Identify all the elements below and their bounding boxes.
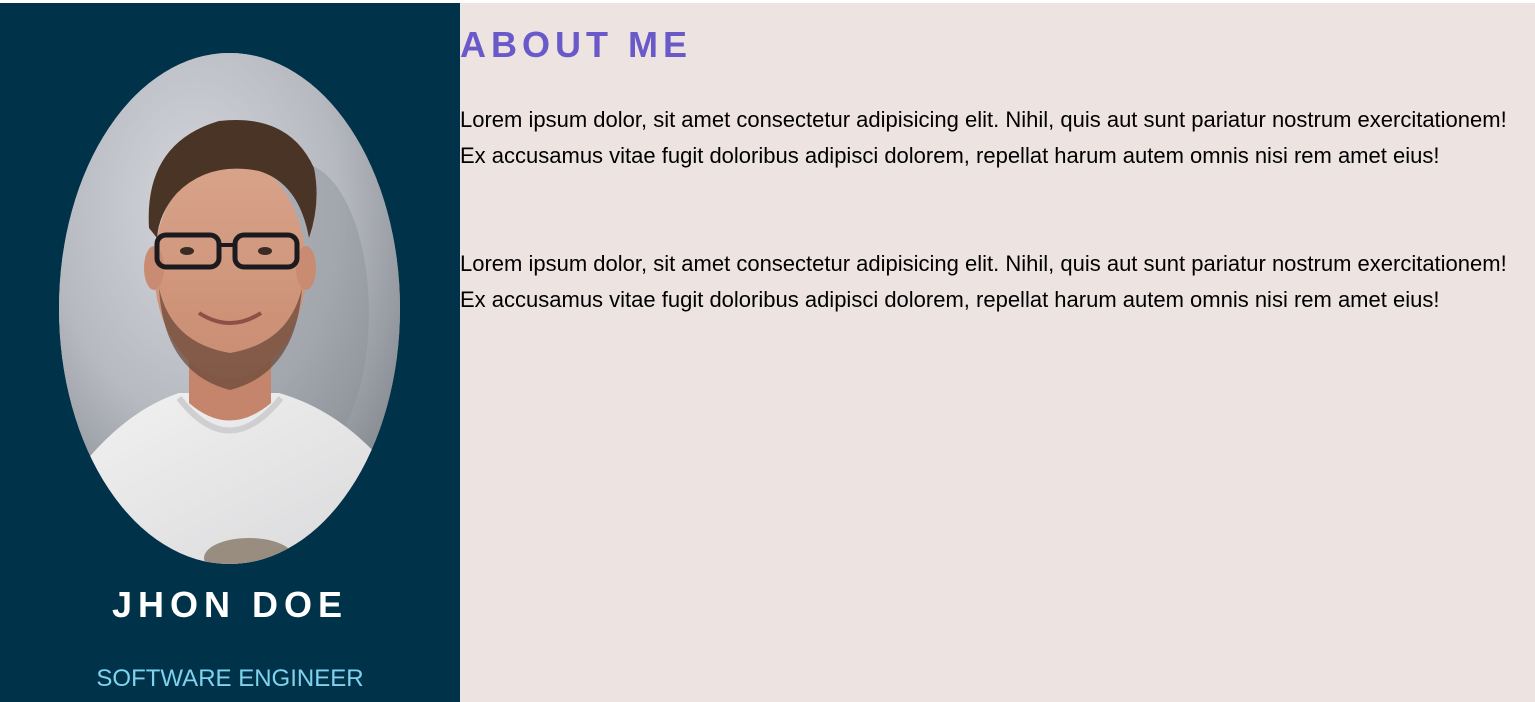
profile-page: JHON DOE SOFTWARE ENGINEER ABOUT ME Lore… bbox=[0, 3, 1535, 702]
profile-sidebar: JHON DOE SOFTWARE ENGINEER bbox=[0, 3, 460, 702]
about-paragraph: Lorem ipsum dolor, sit amet consectetur … bbox=[460, 107, 1507, 168]
portrait-photo bbox=[59, 53, 400, 564]
avatar bbox=[59, 53, 400, 564]
profile-name: JHON DOE bbox=[111, 584, 349, 625]
about-section: ABOUT ME Lorem ipsum dolor, sit amet con… bbox=[460, 3, 1535, 702]
about-title: ABOUT ME bbox=[460, 24, 692, 65]
profile-role: SOFTWARE ENGINEER bbox=[96, 665, 364, 692]
about-paragraph: Lorem ipsum dolor, sit amet consectetur … bbox=[460, 251, 1507, 312]
